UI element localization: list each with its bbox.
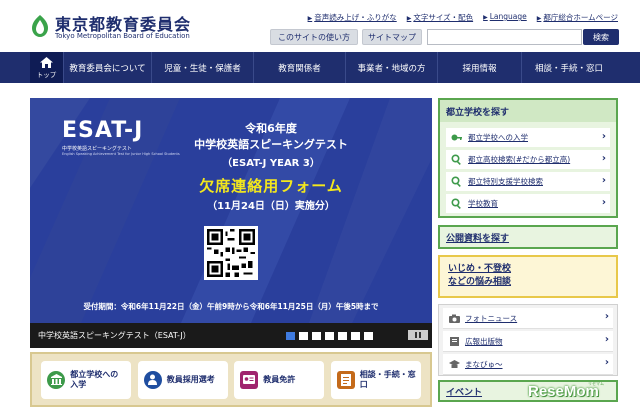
learning-icon	[449, 360, 460, 368]
nav-item-recruitment[interactable]: 採用情報	[438, 52, 522, 83]
hero-banner[interactable]: ESAT-J 中学校英語スピーキングテスト English Speaking A…	[30, 98, 432, 348]
banner-exam-date: （11月24日（日）実施分）	[207, 201, 335, 212]
chevron-right-icon: ›	[601, 153, 606, 164]
site-guide-button[interactable]: このサイトの使い方	[270, 29, 358, 45]
sitemap-button[interactable]: サイトマップ	[362, 29, 422, 45]
school-link-special[interactable]: 都立特別支援学校検索 ›	[446, 172, 610, 191]
link-text-size[interactable]: ▶ 文字サイズ・配色	[407, 12, 473, 23]
link-photo-news[interactable]: フォトニュース ›	[443, 308, 613, 329]
banner-test-code: （ESAT-J YEAR 3）	[222, 158, 320, 169]
banner-form-title: 欠席連絡用フォーム	[199, 177, 343, 195]
quick-teacher-exam-label: 教員採用選考	[166, 374, 215, 384]
banner-period: 受付期間：令和6年11月22日（金）午前9時から令和6年11月25日（月）午後5…	[83, 302, 379, 311]
global-nav: トップ 教育委員会について 児童・生徒・保護者 教育関係者 事業者・地域の方 採…	[0, 52, 640, 83]
school-link-admission[interactable]: 都立学校への入学 ›	[446, 128, 610, 147]
search-button[interactable]: 検索	[583, 29, 619, 45]
banner-year: 令和6年度	[245, 122, 297, 135]
person-icon	[143, 370, 162, 389]
site-logo[interactable]: 東京都教育委員会 Tokyo Metropolitan Board of Edu…	[30, 11, 230, 43]
school-search-title: 都立学校を探す	[440, 100, 616, 122]
chevron-right-icon: ›	[604, 334, 609, 345]
quick-teacher-exam-button[interactable]: 教員採用選考	[137, 360, 228, 399]
nav-item-students[interactable]: 児童・生徒・保護者	[152, 52, 254, 83]
nav-item-board[interactable]: 教育委員会について	[64, 52, 152, 83]
quick-admission-button[interactable]: 都立学校への 入学	[41, 360, 132, 399]
arrow-icon: ▶	[406, 15, 412, 22]
pause-button[interactable]	[408, 330, 428, 340]
link-manabyu[interactable]: まなびゅ〜 ›	[443, 354, 613, 375]
nav-item-consultation[interactable]: 相談・手続・窓口	[522, 52, 616, 83]
watermark-brand: ReseMom	[528, 383, 599, 400]
nav-home-label: トップ	[36, 70, 57, 79]
arrow-icon: ▶	[536, 15, 542, 22]
slide-dot[interactable]	[325, 332, 334, 340]
link-metro-gov[interactable]: ▶ 都庁総合ホームページ	[537, 12, 618, 23]
book-icon	[450, 337, 459, 346]
school-icon	[47, 370, 66, 389]
document-icon	[336, 370, 355, 389]
slide-indicators	[286, 332, 373, 340]
chevron-right-icon: ›	[601, 197, 606, 208]
home-icon	[40, 56, 53, 68]
quick-consultation-label: 相談・手続・窓口	[359, 369, 416, 389]
chevron-right-icon: ›	[601, 131, 606, 142]
pause-icon	[415, 332, 417, 338]
nav-item-educators[interactable]: 教育関係者	[254, 52, 346, 83]
arrow-icon: ▶	[307, 15, 313, 22]
link-language[interactable]: ▶ Language	[483, 12, 527, 23]
resemom-watermark: リセマム ReseMom	[528, 381, 624, 411]
link-publications[interactable]: 広報出版物 ›	[443, 331, 613, 352]
qr-code-icon	[204, 226, 258, 280]
search-icon	[451, 198, 461, 209]
slide-dot[interactable]	[351, 332, 360, 340]
media-links: フォトニュース › 広報出版物 › まなびゅ〜 ›	[438, 304, 618, 376]
license-icon	[240, 370, 259, 389]
key-icon	[451, 134, 462, 141]
slide-dot[interactable]	[338, 332, 347, 340]
chevron-right-icon: ›	[601, 175, 606, 186]
logo-mark-icon	[32, 15, 48, 37]
slide-dot[interactable]	[312, 332, 321, 340]
chevron-right-icon: ›	[604, 311, 609, 322]
quick-consultation-button[interactable]: 相談・手続・窓口	[330, 360, 421, 399]
slide-dot[interactable]	[299, 332, 308, 340]
quick-license-label: 教員免許	[263, 374, 296, 384]
banner-test-name: 中学校英語スピーキングテスト	[194, 138, 348, 151]
quick-admission-label: 都立学校への	[70, 369, 119, 379]
utility-links: ▶ 音声読み上げ・ふりがな ▶ 文字サイズ・配色 ▶ Language ▶ 都庁総合ホー…	[298, 12, 618, 23]
slide-dot[interactable]	[286, 332, 295, 340]
search-input[interactable]	[427, 29, 582, 45]
slide-dot[interactable]	[364, 332, 373, 340]
link-speech[interactable]: ▶ 音声読み上げ・ふりがな	[308, 12, 397, 23]
chevron-right-icon: ›	[604, 357, 609, 368]
quick-links: 都立学校への 入学 教員採用選考 教員免許 相談・手続・窓口	[30, 352, 432, 407]
quick-license-button[interactable]: 教員免許	[234, 360, 325, 399]
search-icon	[451, 176, 461, 187]
arrow-icon: ▶	[483, 14, 488, 21]
camera-icon	[449, 314, 460, 323]
nav-item-business[interactable]: 事業者・地域の方	[346, 52, 438, 83]
search-icon	[451, 154, 461, 165]
bullying-consult-link[interactable]: いじめ・不登校 などの悩み相談	[438, 255, 618, 298]
public-documents-link[interactable]: 公開資料を探す	[438, 225, 618, 249]
school-link-highschool[interactable]: 都立高校検索(#だから都立高) ›	[446, 150, 610, 169]
school-search-box: 都立学校を探す 都立学校への入学 › 都立高校検索(#だから都立高) › 都立特別支…	[438, 98, 618, 218]
site-subtitle: Tokyo Metropolitan Board of Education	[55, 32, 190, 40]
nav-home[interactable]: トップ	[30, 52, 64, 83]
school-link-education[interactable]: 学校教育 ›	[446, 194, 610, 213]
